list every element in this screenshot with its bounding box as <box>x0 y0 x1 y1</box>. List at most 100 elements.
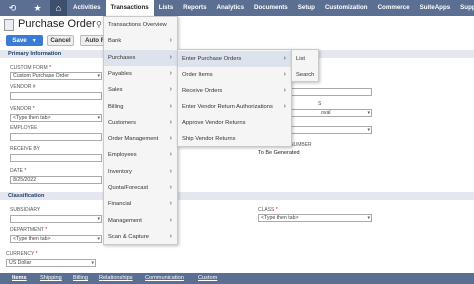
menu-item-payables[interactable]: Payables › <box>104 66 177 82</box>
nav-reports[interactable]: Reports <box>178 0 211 16</box>
class-label: Class * <box>258 207 278 213</box>
star-icon[interactable]: ★ <box>29 0 46 16</box>
status-label-partial: s <box>318 101 322 107</box>
menu-item-receive-orders[interactable]: Receive Orders › <box>178 83 291 99</box>
subsidiary-select[interactable]: ▾ <box>10 215 102 223</box>
nav-lists[interactable]: Lists <box>154 0 178 16</box>
subtab-bar <box>0 273 474 284</box>
chevron-right-icon: › <box>169 232 172 240</box>
menu-item-label: Bank <box>108 38 122 45</box>
menu-item-label: Financial <box>108 201 132 208</box>
menu-item-order-items[interactable]: Order Items › <box>178 67 291 83</box>
menu-item-label: Transactions Overview <box>108 22 167 28</box>
search-icon[interactable]: ⚲ <box>96 20 102 29</box>
menu-item-sales[interactable]: Sales › <box>104 82 177 98</box>
save-button[interactable]: Save ▼ <box>6 35 43 46</box>
page-title: Purchase Order <box>18 18 96 30</box>
menu-item-financial[interactable]: Financial › <box>104 196 177 212</box>
menu-item-label: Customers <box>108 119 137 126</box>
save-button-label: Save <box>12 37 27 44</box>
department-input[interactable]: <Type then tab> ▾ <box>10 235 102 243</box>
employee-input[interactable] <box>10 133 102 141</box>
tab-shipping[interactable]: Shipping <box>40 275 62 281</box>
tab-custom[interactable]: Custom <box>198 275 217 281</box>
nav-support[interactable]: Support <box>455 0 474 16</box>
menu-item-label: Management <box>108 217 142 224</box>
nav-analytics[interactable]: Analytics <box>212 0 250 16</box>
nav-menu: Activities Transactions Lists Reports An… <box>68 0 474 16</box>
date-input[interactable]: 8/25/2022 <box>10 176 102 184</box>
menu-item-bank[interactable]: Bank › <box>104 33 177 49</box>
subsidiary-label: Subsidiary <box>10 207 41 213</box>
custom-form-select[interactable]: Custom Purchase Order ▾ <box>10 72 102 80</box>
menu-item-purchases[interactable]: Purchases › <box>104 49 177 66</box>
purchases-submenu: Enter Purchase Orders › Order Items › Receiv… <box>177 49 292 147</box>
currency-select[interactable]: US Dollar ▾ <box>6 259 96 267</box>
chevron-right-icon: › <box>169 184 172 191</box>
chevron-right-icon: › <box>169 216 172 224</box>
chevron-right-icon: › <box>169 53 172 61</box>
menu-item-list[interactable]: List <box>292 51 318 67</box>
menu-item-order-management[interactable]: Order Management › <box>104 131 177 147</box>
date-label: Date * <box>10 168 27 174</box>
form-icon <box>4 19 14 31</box>
menu-item-label: Search <box>296 72 315 78</box>
chevron-right-icon: › <box>169 135 172 143</box>
menu-item-label: Billing <box>108 103 124 110</box>
nav-activities[interactable]: Activities <box>68 0 106 16</box>
menu-item-search[interactable]: Search <box>292 67 318 83</box>
nav-customization[interactable]: Customization <box>320 0 373 16</box>
menu-item-label: Quota/Forecast <box>108 185 148 191</box>
currency-label: Currency * <box>6 251 38 257</box>
menu-item-label: Enter Vendor Return Authorizations <box>182 104 273 110</box>
class-input[interactable]: <Type then tab> ▾ <box>258 214 372 222</box>
nav-setup[interactable]: Setup <box>293 0 320 16</box>
menu-item-employees[interactable]: Employees › <box>104 147 177 163</box>
chevron-right-icon: › <box>169 102 172 110</box>
top-nav-bar: ⟲ ★ ⌂ Activities Transactions Lists Repo… <box>0 0 474 16</box>
menu-item-scan-and-capture[interactable]: Scan & Capture › <box>104 229 177 245</box>
employee-label: Employee <box>10 125 38 131</box>
history-icon[interactable]: ⟲ <box>4 0 21 16</box>
menu-item-billing[interactable]: Billing › <box>104 99 177 115</box>
tab-items[interactable]: Items <box>12 275 27 281</box>
section-classification: Classification <box>0 192 474 200</box>
tab-relationships[interactable]: Relationships <box>99 275 133 281</box>
cancel-button[interactable]: Cancel <box>47 35 74 46</box>
menu-item-management[interactable]: Management › <box>104 213 177 229</box>
tab-communication[interactable]: Communication <box>145 275 184 281</box>
nav-suiteapps[interactable]: SuiteApps <box>415 0 456 16</box>
menu-item-label: Ship Vendor Returns <box>182 136 236 142</box>
menu-item-enter-vendor-return-authorizations[interactable]: Enter Vendor Return Authorizations › <box>178 99 291 115</box>
chevron-right-icon: › <box>283 103 286 110</box>
menu-item-ship-vendor-returns[interactable]: Ship Vendor Returns <box>178 131 291 147</box>
po-number-value: To Be Generated <box>258 150 300 156</box>
po-number-label: Number <box>290 142 312 148</box>
menu-item-label: Enter Purchase Orders <box>182 56 242 62</box>
chevron-right-icon: › <box>169 151 172 159</box>
menu-item-transactions-overview[interactable]: Transactions Overview <box>104 17 177 33</box>
chevron-right-icon: › <box>283 55 286 62</box>
menu-item-approve-vendor-returns[interactable]: Approve Vendor Returns <box>178 115 291 131</box>
menu-item-label: Payables <box>108 70 132 77</box>
menu-item-label: Order Items <box>182 72 213 78</box>
dropdown-arrow-icon[interactable]: ▼ <box>32 38 37 44</box>
chevron-right-icon: › <box>169 69 172 77</box>
nav-documents[interactable]: Documents <box>249 0 293 16</box>
tab-billing[interactable]: Billing <box>73 275 88 281</box>
nav-commerce[interactable]: Commerce <box>373 0 415 16</box>
menu-item-customers[interactable]: Customers › <box>104 115 177 131</box>
menu-item-inventory[interactable]: Inventory › <box>104 164 177 180</box>
chevron-right-icon: › <box>169 37 172 45</box>
menu-item-label: Employees <box>108 152 137 159</box>
vendor-input[interactable]: <Type then tab> ▾ <box>10 114 102 122</box>
menu-item-label: List <box>296 56 306 62</box>
nav-transactions[interactable]: Transactions <box>105 0 154 16</box>
menu-item-enter-purchase-orders[interactable]: Enter Purchase Orders › <box>178 51 291 67</box>
home-icon[interactable]: ⌂ <box>50 0 67 16</box>
receive-by-input[interactable] <box>10 154 102 162</box>
chevron-right-icon: › <box>169 200 172 208</box>
menu-item-quota-forecast[interactable]: Quota/Forecast › <box>104 180 177 196</box>
vendor-number-input[interactable] <box>10 92 102 100</box>
menu-item-label: Receive Orders <box>182 88 223 94</box>
